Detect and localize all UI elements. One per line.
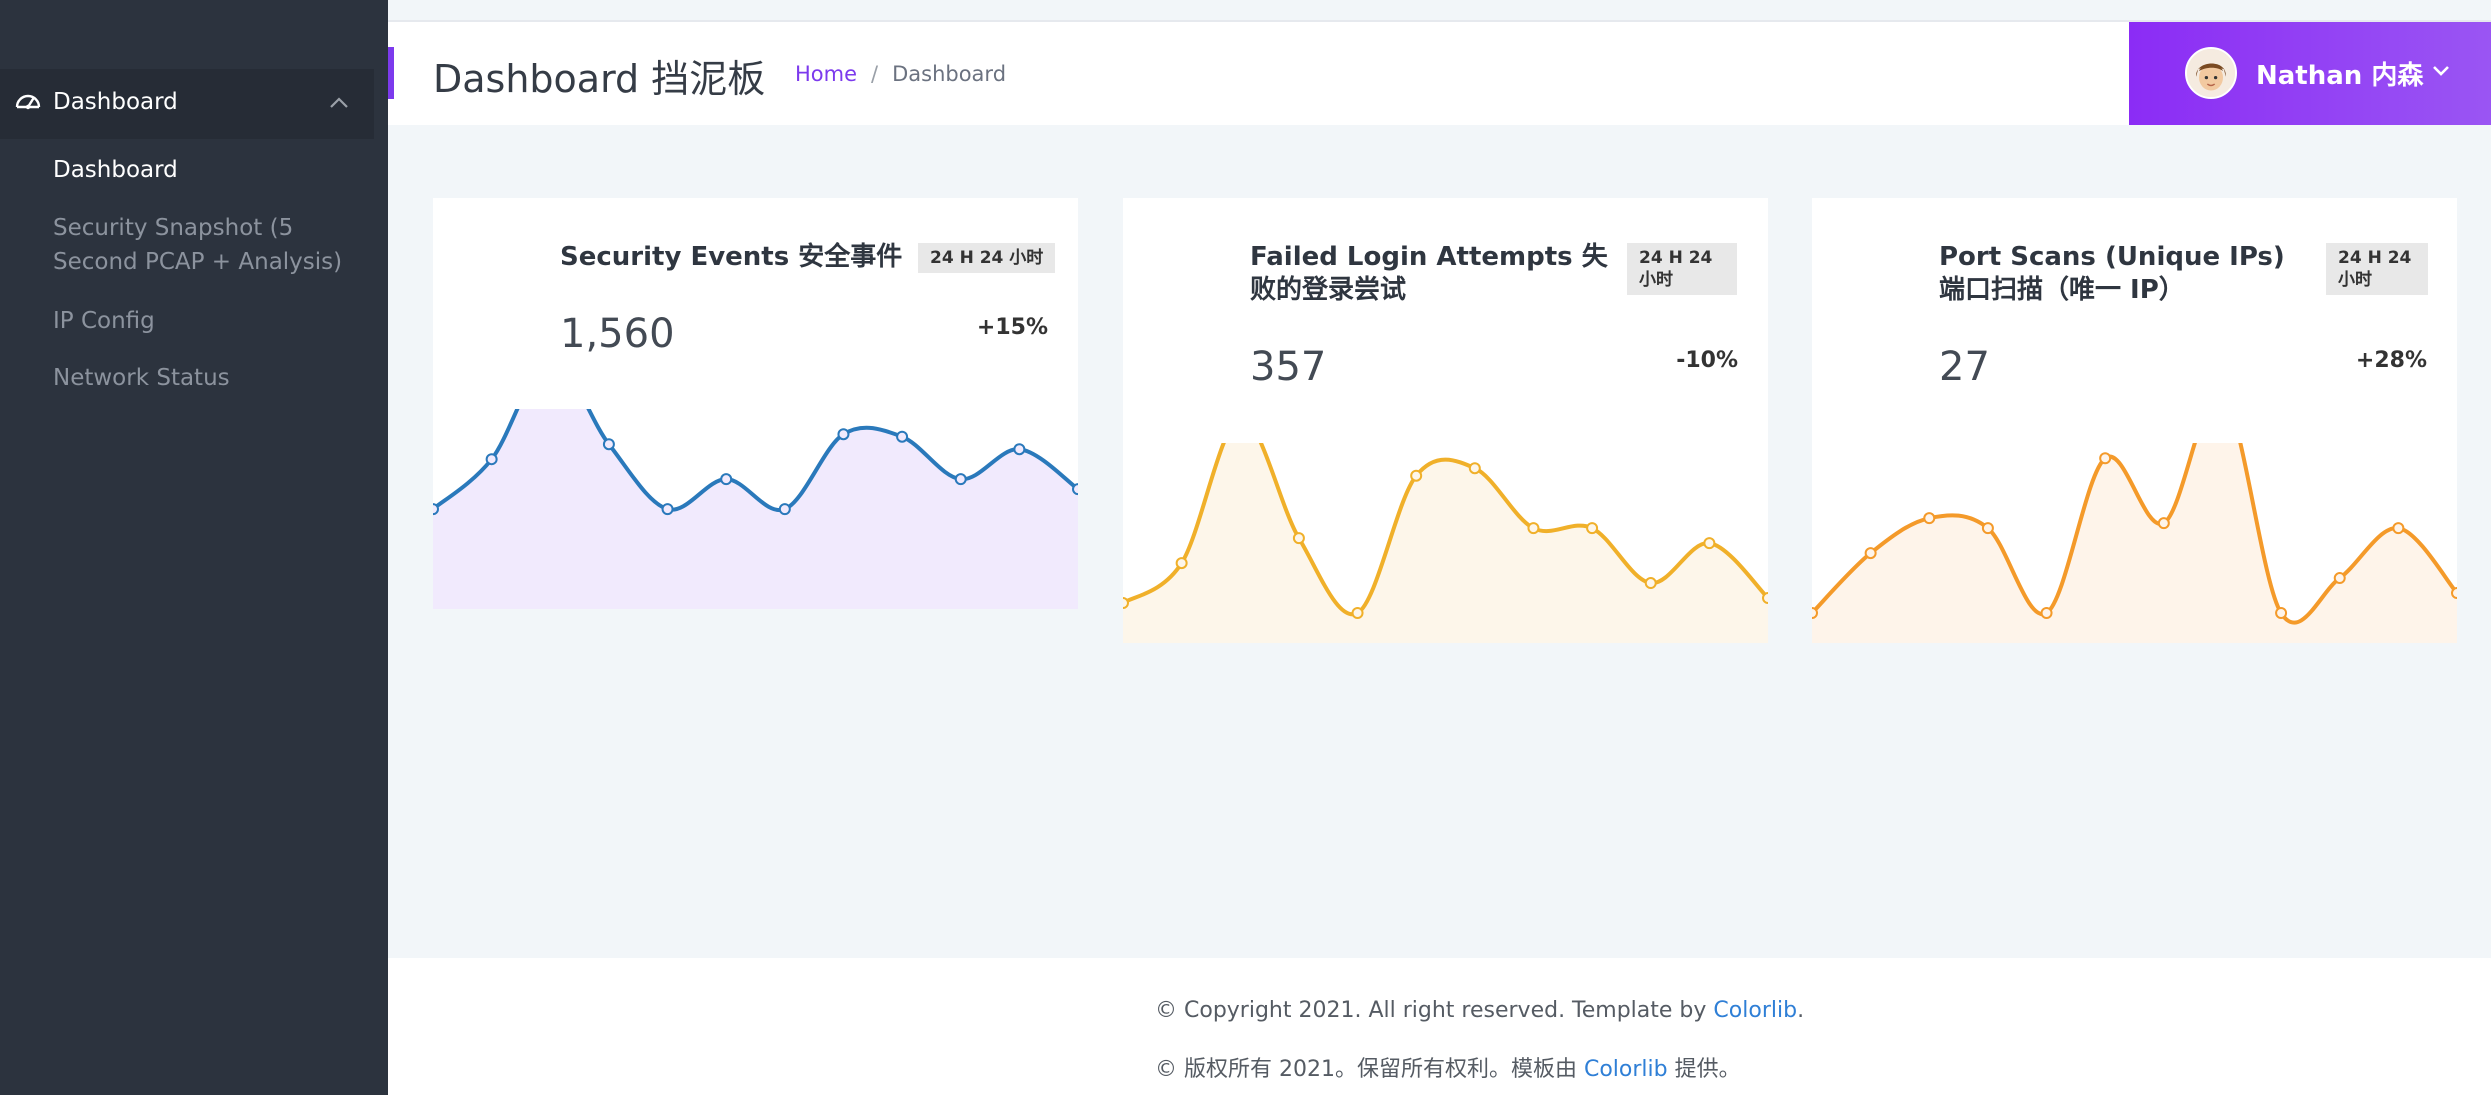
- footer-text: © Copyright 2021. All right reserved. Te…: [1155, 998, 1714, 1023]
- sparkline-point: [1586, 522, 1599, 535]
- sparkline-point: [2040, 607, 2053, 619]
- sidebar-item-label-line2: Second PCAP + Analysis): [53, 249, 343, 275]
- failed-login-attempts-card: Failed Login Attempts 失败的登录尝试 24 H 24 小时…: [1123, 198, 1768, 643]
- footer-copyright-zh: © 版权所有 2021。保留所有权利。模板由 Colorlib 提供。: [1155, 1051, 1741, 1083]
- sparkline-point: [2275, 607, 2288, 619]
- sparkline-point: [485, 453, 498, 466]
- card-time-badge: 24 H 24 小时: [1627, 243, 1737, 295]
- sparkline-point: [2392, 522, 2405, 535]
- user-menu[interactable]: Nathan 内森: [2129, 22, 2491, 125]
- card-value: 27: [1939, 344, 1990, 390]
- sparkline-point: [1351, 607, 1364, 619]
- security-events-card: Security Events 安全事件 24 H 24 小时 1,560 +1…: [433, 198, 1078, 609]
- sparkline-point: [433, 503, 439, 516]
- sidebar-item-network-status[interactable]: Network Status: [53, 361, 230, 395]
- sparkline-point: [1072, 483, 1078, 496]
- card-time-badge: 24 H 24 小时: [2326, 243, 2428, 295]
- sparkline-point: [1812, 607, 1818, 619]
- sidebar-item-label: Security Snapshot (5: [53, 215, 294, 241]
- card-title: Security Events 安全事件: [560, 242, 903, 272]
- sparkline-point: [837, 428, 850, 441]
- sparkline-point: [1762, 592, 1768, 605]
- sparkline-point: [896, 430, 909, 443]
- sparkline-point: [1864, 547, 1877, 560]
- user-name: Nathan 内森: [2256, 61, 2424, 91]
- sparkline-point: [602, 438, 615, 451]
- sparkline-point: [2157, 517, 2170, 530]
- card-change: +28%: [2355, 348, 2427, 373]
- sparkline-point: [720, 473, 733, 486]
- sparkline-point: [1923, 512, 1936, 525]
- sparkline-area: [1123, 443, 1768, 643]
- sparkline-chart: [433, 409, 1078, 609]
- breadcrumb-home-link[interactable]: Home: [795, 62, 857, 86]
- card-title: Port Scans (Unique IPs) 端口扫描（唯一 IP）: [1939, 242, 2285, 305]
- sidebar: Dashboard Dashboard Security Snapshot (5…: [0, 0, 388, 1095]
- sparkline-point: [1644, 577, 1657, 590]
- sparkline-point: [1292, 532, 1305, 545]
- footer-text: © 版权所有 2021。保留所有权利。模板由: [1155, 1057, 1584, 1082]
- sparkline-area: [1812, 443, 2457, 643]
- card-value: 1,560: [560, 311, 675, 357]
- sparkline-point: [2451, 587, 2457, 600]
- sidebar-item-security-snapshot[interactable]: Security Snapshot (5 Second PCAP + Analy…: [53, 211, 342, 279]
- footer-text-suffix: .: [1797, 998, 1805, 1023]
- card-title: Failed Login Attempts 失败的登录尝试: [1250, 242, 1608, 305]
- port-scans-card: Port Scans (Unique IPs) 端口扫描（唯一 IP） 24 H…: [1812, 198, 2457, 643]
- sparkline-point: [1175, 557, 1188, 570]
- sparkline-area: [433, 409, 1078, 609]
- breadcrumb-current: Dashboard: [892, 62, 1007, 86]
- breadcrumb: Home / Dashboard: [795, 62, 1006, 86]
- sparkline-point: [661, 503, 674, 516]
- sparkline-point: [1013, 443, 1026, 456]
- avatar: [2185, 47, 2237, 99]
- sparkline-point: [2333, 572, 2346, 585]
- card-change: -10%: [1676, 348, 1738, 373]
- breadcrumb-separator: /: [871, 62, 879, 86]
- sparkline-point: [1468, 462, 1481, 475]
- sparkline-point: [1123, 597, 1129, 610]
- sidebar-item-ip-config[interactable]: IP Config: [53, 304, 155, 338]
- footer-text-suffix: 提供。: [1667, 1057, 1741, 1082]
- sparkline-point: [1527, 522, 1540, 535]
- sidebar-group-dashboard[interactable]: Dashboard: [0, 69, 374, 139]
- colorlib-link[interactable]: Colorlib: [1584, 1057, 1668, 1082]
- sparkline-point: [954, 473, 967, 486]
- sparkline-point: [1703, 537, 1716, 550]
- card-time-badge: 24 H 24 小时: [918, 243, 1056, 273]
- sidebar-group-label: Dashboard: [53, 89, 178, 115]
- chevron-up-icon[interactable]: [328, 95, 350, 111]
- card-change: +15%: [976, 315, 1048, 340]
- sparkline-point: [2099, 452, 2112, 465]
- footer-copyright-en: © Copyright 2021. All right reserved. Te…: [1155, 998, 1804, 1023]
- chevron-down-icon: [2433, 66, 2449, 76]
- sparkline-point: [778, 503, 791, 516]
- title-accent-bar: [388, 47, 394, 99]
- page-title: Dashboard 挡泥板: [433, 57, 766, 101]
- sparkline-chart: [1123, 443, 1768, 643]
- colorlib-link[interactable]: Colorlib: [1713, 998, 1797, 1023]
- card-value: 357: [1250, 344, 1327, 390]
- sparkline-chart: [1812, 443, 2457, 643]
- sparkline-point: [1410, 469, 1423, 482]
- sidebar-item-dashboard[interactable]: Dashboard: [53, 153, 178, 187]
- sparkline-point: [1981, 522, 1994, 535]
- dashboard-gauge-icon: [15, 94, 41, 110]
